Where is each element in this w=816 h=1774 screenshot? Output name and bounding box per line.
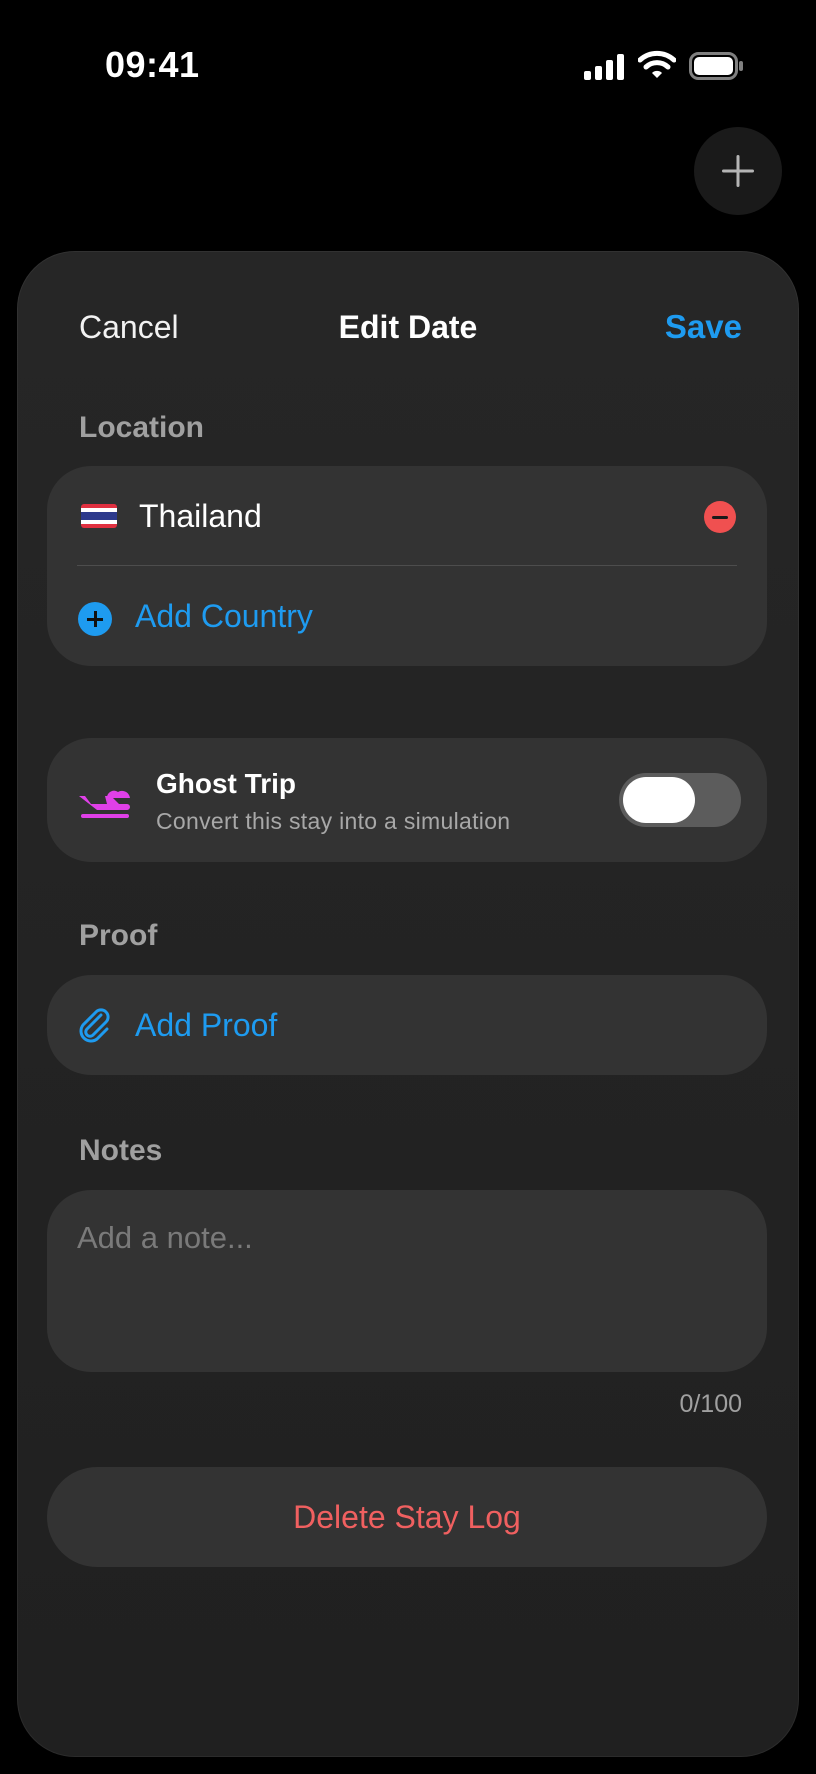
add-proof-button[interactable]: Add Proof [47, 975, 767, 1075]
ghost-trip-title: Ghost Trip [156, 768, 296, 799]
wifi-icon [638, 50, 676, 78]
country-row: Thailand [47, 466, 767, 566]
cellular-signal-icon [584, 54, 624, 80]
add-button[interactable] [694, 127, 782, 215]
ghost-trip-toggle[interactable] [619, 773, 741, 827]
status-bar: 09:41 [0, 0, 816, 130]
add-country-label: Add Country [135, 598, 313, 634]
country-name: Thailand [139, 498, 262, 534]
notes-card [47, 1190, 767, 1372]
paperclip-icon [79, 1008, 110, 1043]
nav-bar: Cancel Edit Date Save [17, 251, 799, 351]
toggle-knob [623, 777, 695, 823]
edit-date-sheet: Cancel Edit Date Save Location Thailand … [17, 251, 799, 1757]
proof-card: Add Proof [47, 975, 767, 1075]
thailand-flag-icon [81, 504, 117, 528]
location-card: Thailand Add Country [47, 466, 767, 666]
ghost-trip-subtitle: Convert this stay into a simulation [156, 808, 511, 834]
plus-icon [722, 155, 754, 187]
add-country-button[interactable]: Add Country [47, 566, 767, 666]
add-proof-label: Add Proof [135, 1007, 278, 1043]
notes-section-label: Notes [79, 1134, 163, 1167]
location-section-label: Location [79, 411, 204, 444]
battery-icon [689, 52, 743, 80]
save-button[interactable]: Save [665, 308, 742, 346]
delete-stay-log-button[interactable]: Delete Stay Log [47, 1467, 767, 1567]
proof-section-label: Proof [79, 919, 158, 952]
plane-cloud-icon [79, 790, 130, 818]
note-input[interactable] [77, 1190, 737, 1370]
ghost-trip-card: Ghost Trip Convert this stay into a simu… [47, 738, 767, 862]
note-char-counter: 0/100 [679, 1390, 742, 1418]
status-time: 09:41 [105, 44, 200, 85]
plus-circle-icon [78, 602, 112, 636]
remove-country-button[interactable] [704, 501, 736, 533]
